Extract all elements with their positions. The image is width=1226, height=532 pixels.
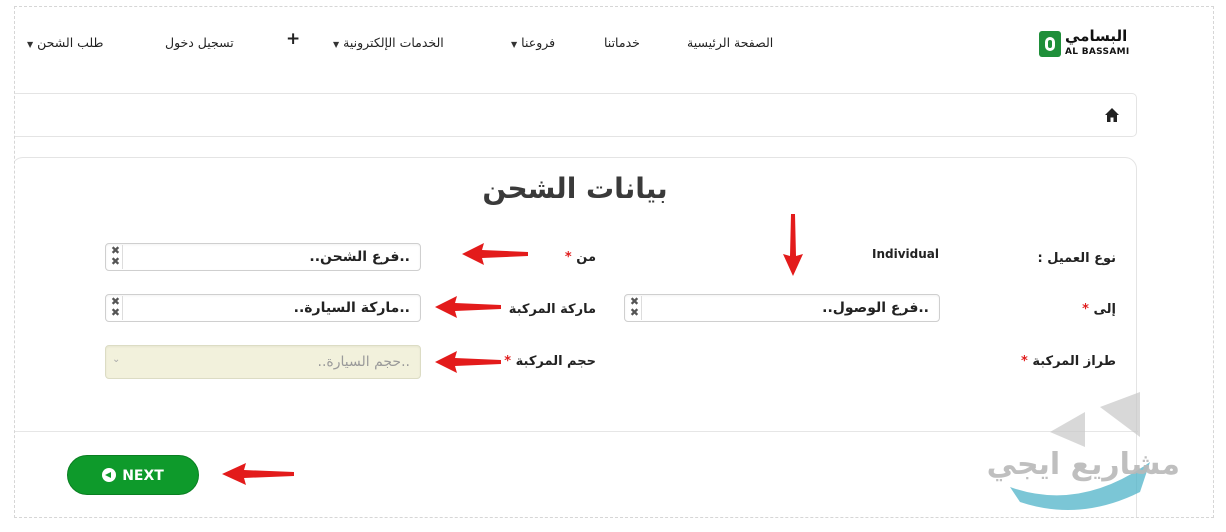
clear-icon[interactable]: ✖ ✖ — [109, 245, 123, 269]
to-branch-select[interactable]: ✖ ✖ ..فرع الوصول.. — [624, 294, 940, 322]
plus-icon: + — [286, 29, 301, 49]
next-button[interactable]: NEXT — [67, 455, 199, 495]
to-label-text: إلى — [1093, 302, 1117, 317]
annotation-arrow-icon — [435, 296, 501, 318]
logo-text-en: AL BASSAMI — [1065, 47, 1130, 57]
required-mark: * — [1020, 354, 1028, 369]
arrow-circle-left-icon — [102, 468, 117, 482]
required-mark: * — [564, 250, 572, 265]
panel-divider — [15, 431, 1138, 432]
annotation-arrow-icon — [222, 463, 294, 485]
size-placeholder: ..حجم السيارة.. — [317, 354, 411, 370]
to-label: إلى * — [1082, 302, 1116, 317]
size-label-text: حجم المركبة — [515, 354, 596, 369]
nav-item-label: تسجيل دخول — [165, 35, 234, 50]
from-branch-select[interactable]: ✖ ✖ ..فرع الشحن.. — [105, 243, 421, 271]
clear-icon[interactable]: ✖ ✖ — [628, 296, 642, 320]
nav-item-branches[interactable]: ▼ فروعنا — [511, 35, 555, 50]
nav-item-label: الخدمات الإلكترونية — [343, 35, 444, 50]
top-navbar: البسامي AL BASSAMI الصفحة الرئيسية خدمات… — [15, 7, 1213, 77]
page-title: بيانات الشحن — [482, 172, 668, 205]
brand-label: ماركة المركبة — [509, 302, 596, 317]
annotation-arrow-icon — [462, 243, 528, 265]
breadcrumb — [15, 93, 1137, 137]
logo-text-ar: البسامي — [1065, 27, 1128, 45]
required-mark: * — [504, 354, 512, 369]
watermark-text: مشاريع ايجي — [986, 447, 1180, 482]
page-frame: البسامي AL BASSAMI الصفحة الرئيسية خدمات… — [14, 6, 1214, 518]
caret-down-icon: ▼ — [333, 40, 340, 49]
size-label: حجم المركبة * — [504, 354, 596, 369]
home-icon[interactable] — [1104, 107, 1120, 123]
brand-select[interactable]: ✖ ✖ ..ماركة السيارة.. — [105, 294, 421, 322]
logo-mark-icon — [1039, 31, 1061, 57]
nav-item-eservices[interactable]: ▼ الخدمات الإلكترونية — [333, 35, 444, 50]
nav-item-login[interactable]: تسجيل دخول — [165, 35, 234, 50]
brand-logo[interactable]: البسامي AL BASSAMI — [1039, 27, 1131, 61]
to-branch-placeholder: ..فرع الوصول.. — [822, 300, 929, 316]
clear-icon[interactable]: ✖ ✖ — [109, 296, 123, 320]
annotation-arrow-icon — [783, 214, 803, 276]
brand-label-text: ماركة المركبة — [508, 302, 596, 317]
model-label-text: طراز المركبة — [1032, 354, 1116, 369]
annotation-arrow-icon — [435, 351, 501, 373]
nav-item-label: فروعنا — [521, 35, 556, 50]
model-label: طراز المركبة * — [1021, 354, 1116, 369]
from-label-text: من — [576, 250, 596, 265]
nav-item-home[interactable]: الصفحة الرئيسية — [687, 35, 773, 50]
caret-down-icon: ▼ — [27, 40, 34, 49]
nav-item-shipping-request[interactable]: ▼ طلب الشحن — [27, 35, 104, 50]
nav-item-plus[interactable]: + — [286, 29, 301, 49]
customer-type-label: نوع العميل : — [1037, 251, 1116, 266]
customer-type-value: Individual — [872, 247, 939, 261]
required-mark: * — [1082, 302, 1089, 317]
size-select[interactable]: ⌄ ..حجم السيارة.. — [105, 345, 421, 379]
watermark: مشاريع ايجي — [986, 392, 1190, 517]
chevron-down-icon: ⌄ — [112, 354, 121, 365]
next-button-label: NEXT — [122, 468, 164, 484]
caret-down-icon: ▼ — [511, 40, 518, 49]
nav-item-label: طلب الشحن — [37, 35, 104, 50]
from-label: من * — [565, 250, 596, 265]
nav-item-label: الصفحة الرئيسية — [687, 35, 774, 50]
brand-placeholder: ..ماركة السيارة.. — [293, 300, 410, 316]
nav-item-label: خدماتنا — [604, 35, 640, 50]
nav-item-services[interactable]: خدماتنا — [604, 35, 640, 50]
from-branch-placeholder: ..فرع الشحن.. — [309, 249, 410, 265]
